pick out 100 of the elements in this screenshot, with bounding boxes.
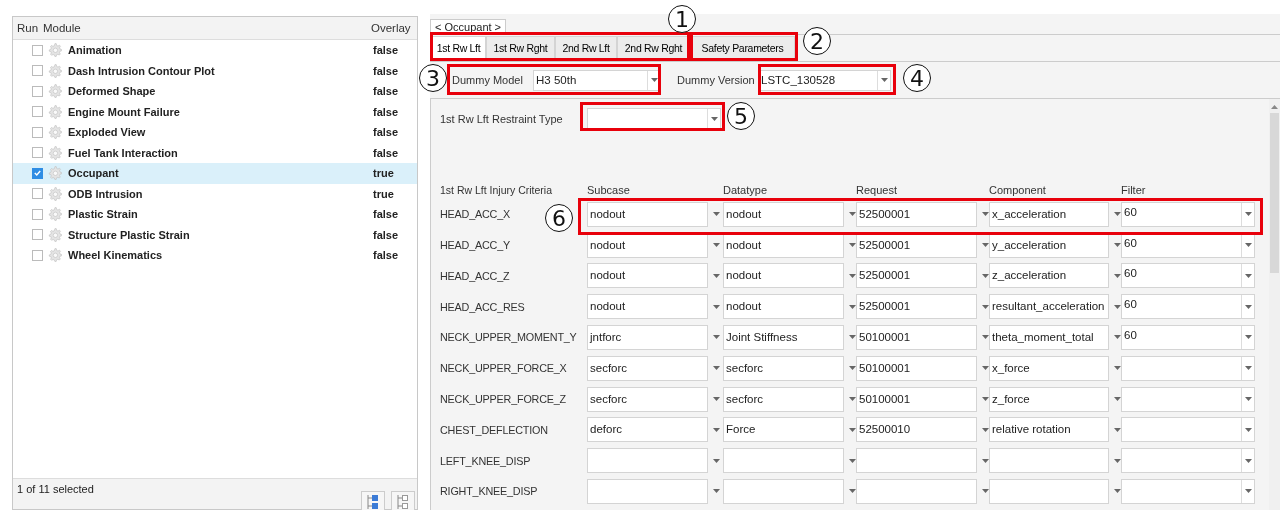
caret-icon[interactable] bbox=[982, 212, 989, 217]
module-row[interactable]: Structure Plastic Strain false bbox=[13, 224, 417, 245]
dropdown-field[interactable]: nodout bbox=[587, 263, 708, 289]
caret-icon[interactable] bbox=[713, 304, 720, 309]
caret-icon[interactable] bbox=[849, 458, 856, 463]
caret-icon[interactable] bbox=[1114, 273, 1121, 278]
dropdown-field[interactable]: secforc bbox=[723, 386, 844, 412]
dropdown-field[interactable]: x_force bbox=[989, 355, 1110, 381]
caret-icon[interactable] bbox=[982, 427, 989, 432]
dropdown-field[interactable]: nodout bbox=[587, 201, 708, 227]
dropdown[interactable]: H3 50th bbox=[533, 69, 661, 91]
caret-icon[interactable] bbox=[1114, 397, 1121, 402]
caret-icon[interactable] bbox=[1114, 427, 1121, 432]
caret-icon[interactable] bbox=[982, 335, 989, 340]
caret-icon[interactable] bbox=[849, 397, 856, 402]
dropdown-field[interactable] bbox=[989, 478, 1110, 504]
checkbox[interactable] bbox=[32, 106, 43, 118]
checkbox[interactable] bbox=[32, 44, 43, 56]
dropdown-field[interactable] bbox=[723, 448, 844, 474]
module-row[interactable]: Wheel Kinematics false bbox=[13, 245, 417, 266]
dropdown-field[interactable] bbox=[989, 448, 1110, 474]
dropdown-field[interactable]: Force bbox=[723, 417, 844, 443]
checkbox[interactable] bbox=[32, 188, 43, 200]
caret-icon[interactable] bbox=[713, 366, 720, 371]
dropdown-field[interactable]: secforc bbox=[587, 386, 708, 412]
dropdown-field[interactable]: nodout bbox=[587, 294, 708, 320]
dropdown-field[interactable] bbox=[856, 448, 977, 474]
caret-icon[interactable] bbox=[1114, 366, 1121, 371]
caret-icon[interactable] bbox=[713, 489, 720, 494]
dropdown-field[interactable]: 52500001 bbox=[856, 294, 977, 320]
checkbox[interactable] bbox=[32, 229, 43, 241]
dropdown[interactable]: 60 bbox=[1121, 201, 1255, 227]
caret-icon[interactable] bbox=[982, 304, 989, 309]
caret-icon[interactable] bbox=[982, 273, 989, 278]
caret-icon[interactable] bbox=[713, 212, 720, 217]
dropdown-field[interactable]: resultant_acceleration bbox=[989, 294, 1110, 320]
caret-icon[interactable] bbox=[713, 335, 720, 340]
dropdown-field[interactable]: 52500010 bbox=[856, 417, 977, 443]
caret-icon[interactable] bbox=[713, 273, 720, 278]
caret-icon[interactable] bbox=[713, 397, 720, 402]
dropdown-field[interactable]: z_force bbox=[989, 386, 1110, 412]
checkbox[interactable] bbox=[32, 126, 43, 138]
dropdown-field[interactable] bbox=[856, 478, 977, 504]
dropdown-field[interactable]: 52500001 bbox=[856, 263, 977, 289]
checkbox[interactable] bbox=[32, 85, 43, 97]
dropdown[interactable] bbox=[587, 108, 721, 129]
caret-icon[interactable] bbox=[713, 427, 720, 432]
dropdown[interactable]: 60 bbox=[1121, 263, 1255, 289]
dropdown-field[interactable] bbox=[723, 478, 844, 504]
dropdown-field[interactable]: x_acceleration bbox=[989, 201, 1110, 227]
dropdown[interactable]: LSTC_130528 bbox=[758, 69, 891, 91]
caret-icon[interactable] bbox=[982, 458, 989, 463]
caret-icon[interactable] bbox=[849, 243, 856, 248]
dropdown-field[interactable]: 50100001 bbox=[856, 355, 977, 381]
module-row[interactable]: Occupant true bbox=[13, 163, 417, 184]
caret-icon[interactable] bbox=[1114, 212, 1121, 217]
caret-icon[interactable] bbox=[849, 366, 856, 371]
dropdown-field[interactable]: 50100001 bbox=[856, 325, 977, 350]
caret-icon[interactable] bbox=[982, 366, 989, 371]
caret-icon[interactable] bbox=[849, 212, 856, 217]
tab[interactable]: 1st Rw Rght bbox=[486, 36, 555, 60]
caret-icon[interactable] bbox=[982, 397, 989, 402]
caret-icon[interactable] bbox=[1114, 335, 1121, 340]
dropdown-field[interactable]: secforc bbox=[587, 355, 708, 381]
caret-icon[interactable] bbox=[713, 458, 720, 463]
module-row[interactable]: Animation false bbox=[13, 40, 417, 61]
module-row[interactable]: Fuel Tank Interaction false bbox=[13, 142, 417, 163]
caret-icon[interactable] bbox=[982, 243, 989, 248]
dropdown-field[interactable]: 52500001 bbox=[856, 201, 977, 227]
dropdown-field[interactable]: nodout bbox=[723, 201, 844, 227]
tab[interactable]: 2nd Rw Lft bbox=[555, 36, 617, 60]
dropdown-field[interactable]: jntforc bbox=[587, 325, 708, 350]
caret-icon[interactable] bbox=[1114, 458, 1121, 463]
dropdown-field[interactable] bbox=[587, 478, 708, 504]
caret-icon[interactable] bbox=[1114, 243, 1121, 248]
dropdown[interactable]: 60 bbox=[1121, 325, 1255, 350]
caret-icon[interactable] bbox=[849, 335, 856, 340]
scrollbar[interactable] bbox=[1269, 99, 1280, 510]
checkbox[interactable] bbox=[32, 65, 43, 77]
module-row[interactable]: ODB Intrusion true bbox=[13, 183, 417, 204]
dropdown-field[interactable]: relative rotation bbox=[989, 417, 1110, 443]
module-row[interactable]: Deformed Shape false bbox=[13, 81, 417, 102]
caret-icon[interactable] bbox=[849, 273, 856, 278]
dropdown-field[interactable]: nodout bbox=[723, 263, 844, 289]
dropdown-field[interactable]: Joint Stiffness bbox=[723, 325, 844, 350]
module-row[interactable]: Plastic Strain false bbox=[13, 204, 417, 225]
dropdown-field[interactable]: nodout bbox=[723, 294, 844, 320]
checkbox[interactable] bbox=[32, 147, 43, 159]
dropdown-field[interactable] bbox=[587, 448, 708, 474]
uncheck-all-button[interactable] bbox=[391, 491, 415, 510]
caret-icon[interactable] bbox=[713, 243, 720, 248]
caret-icon[interactable] bbox=[849, 427, 856, 432]
dropdown-field[interactable]: 50100001 bbox=[856, 386, 977, 412]
checkbox[interactable] bbox=[32, 208, 43, 220]
dropdown[interactable]: 60 bbox=[1121, 294, 1255, 320]
module-row[interactable]: Exploded View false bbox=[13, 122, 417, 143]
check-all-button[interactable] bbox=[361, 491, 385, 510]
module-row[interactable]: Engine Mount Failure false bbox=[13, 101, 417, 122]
caret-icon[interactable] bbox=[849, 489, 856, 494]
caret-icon[interactable] bbox=[1114, 304, 1121, 309]
